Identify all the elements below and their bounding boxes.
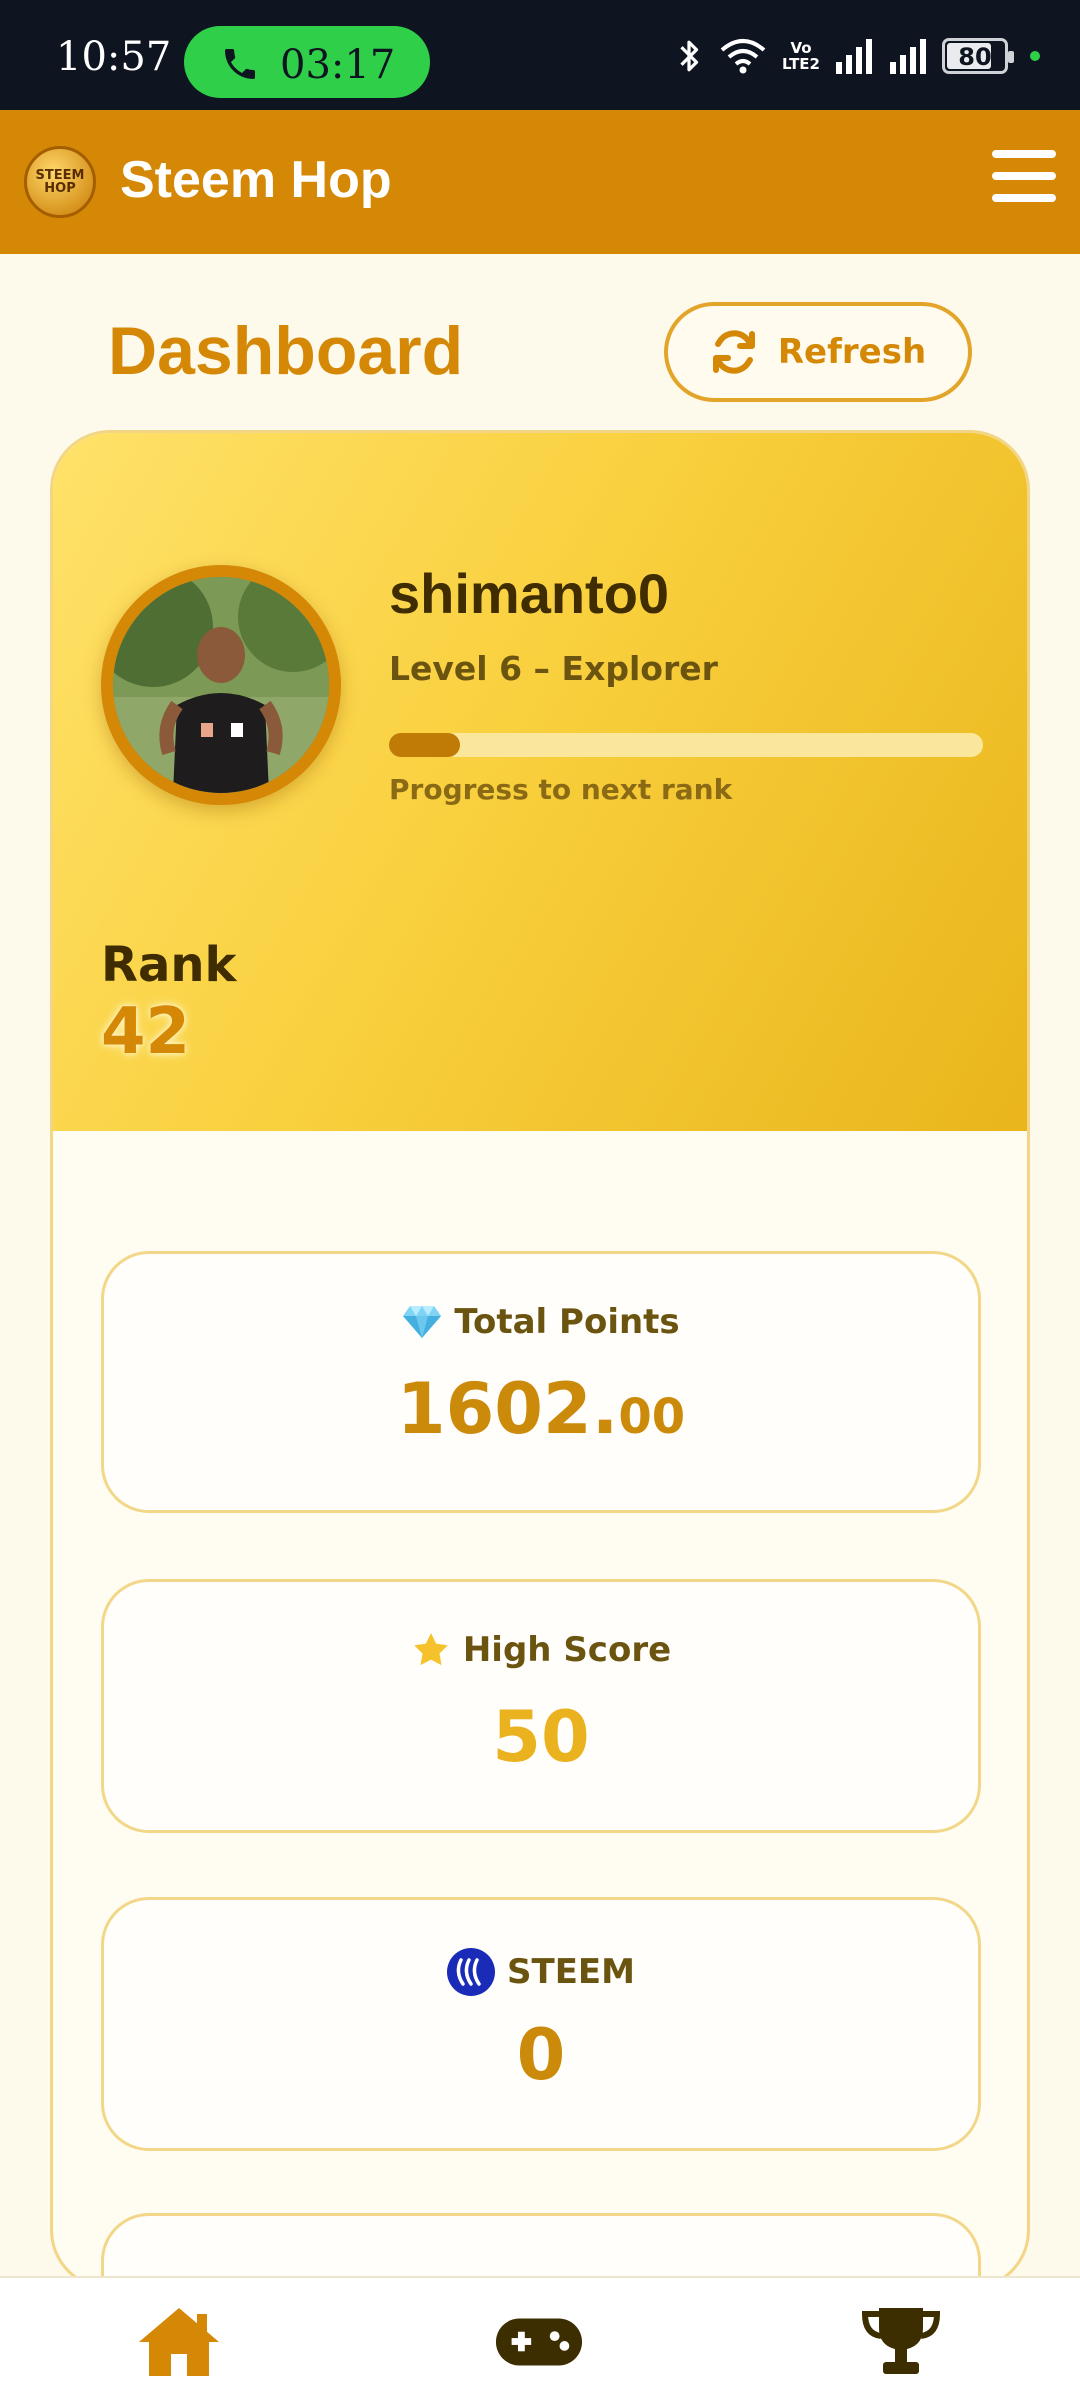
refresh-label: Refresh <box>777 332 927 372</box>
username: shimanto0 <box>389 562 670 625</box>
bottom-navigation <box>0 2276 1080 2400</box>
total-points-label: Total Points <box>454 1302 680 1342</box>
battery-icon: 80 <box>942 38 1014 74</box>
progress-label: Progress to next rank <box>389 773 733 806</box>
volte-line-1: Vo <box>790 39 812 57</box>
high-score-label: High Score <box>462 1630 672 1670</box>
app-logo[interactable]: STEEM HOP <box>24 146 96 218</box>
app-header: STEEM HOP Steem Hop <box>0 110 1080 254</box>
hamburger-menu-icon[interactable] <box>992 150 1056 210</box>
steem-balance-card: STEEM 0 <box>101 1897 981 2151</box>
signal-icon <box>836 39 872 74</box>
wifi-icon <box>720 39 766 74</box>
nav-game[interactable] <box>494 2302 584 2382</box>
nav-leaderboard[interactable] <box>856 2302 946 2382</box>
volte-icon: Vo LTE2 <box>782 40 820 72</box>
total-points-decimal: 00 <box>618 1389 686 1445</box>
nav-home[interactable] <box>134 2302 224 2382</box>
home-icon <box>139 2308 219 2376</box>
high-score-header: High Score <box>104 1630 978 1670</box>
volte-line-2: LTE2 <box>782 55 820 73</box>
status-time: 10:57 <box>56 34 172 80</box>
high-score-value: 50 <box>492 1696 590 1778</box>
ongoing-call-pill[interactable]: 03:17 <box>184 26 430 98</box>
total-points-value: 1602.00 <box>104 1368 978 1450</box>
steem-logo-icon <box>447 1948 496 1996</box>
rank-label: Rank <box>101 937 237 993</box>
signal-icon <box>890 39 926 74</box>
rank-progress-fill <box>389 733 461 757</box>
page-title: Dashboard <box>108 313 464 389</box>
call-timer: 03:17 <box>280 42 396 88</box>
bluetooth-icon <box>680 40 699 72</box>
refresh-icon <box>712 330 755 374</box>
total-points-header: Total Points <box>104 1302 978 1342</box>
phone-icon <box>225 49 255 79</box>
star-icon <box>413 1633 448 1666</box>
rank-progress-bar <box>389 733 983 757</box>
steem-value: 0 <box>516 2014 566 2096</box>
level-label: Level 6 – Explorer <box>389 649 718 688</box>
logo-line-2: HOP <box>44 181 76 196</box>
trophy-icon <box>861 2308 941 2374</box>
app-title: Steem Hop <box>120 151 392 209</box>
gem-icon <box>403 1306 442 1338</box>
rank-value: 42 <box>101 995 191 1069</box>
privacy-indicator-dot <box>1030 51 1040 61</box>
profile-summary: shimanto0 Level 6 – Explorer Progress to… <box>53 433 1027 1131</box>
avatar-photo <box>113 577 329 793</box>
profile-card: shimanto0 Level 6 – Explorer Progress to… <box>50 430 1030 2290</box>
steem-header: STEEM <box>104 1948 978 1996</box>
total-points-integer: 1602. <box>396 1368 619 1450</box>
gamepad-icon <box>495 2318 583 2366</box>
refresh-button[interactable]: Refresh <box>664 302 972 402</box>
high-score-card: High Score 50 <box>101 1579 981 1833</box>
avatar[interactable] <box>101 565 341 805</box>
battery-level: 80 <box>958 43 992 71</box>
status-bar: 10:57 03:17 Vo LTE2 80 <box>0 0 1080 110</box>
steem-label: STEEM <box>507 1952 635 1992</box>
total-points-card: Total Points 1602.00 <box>101 1251 981 1513</box>
